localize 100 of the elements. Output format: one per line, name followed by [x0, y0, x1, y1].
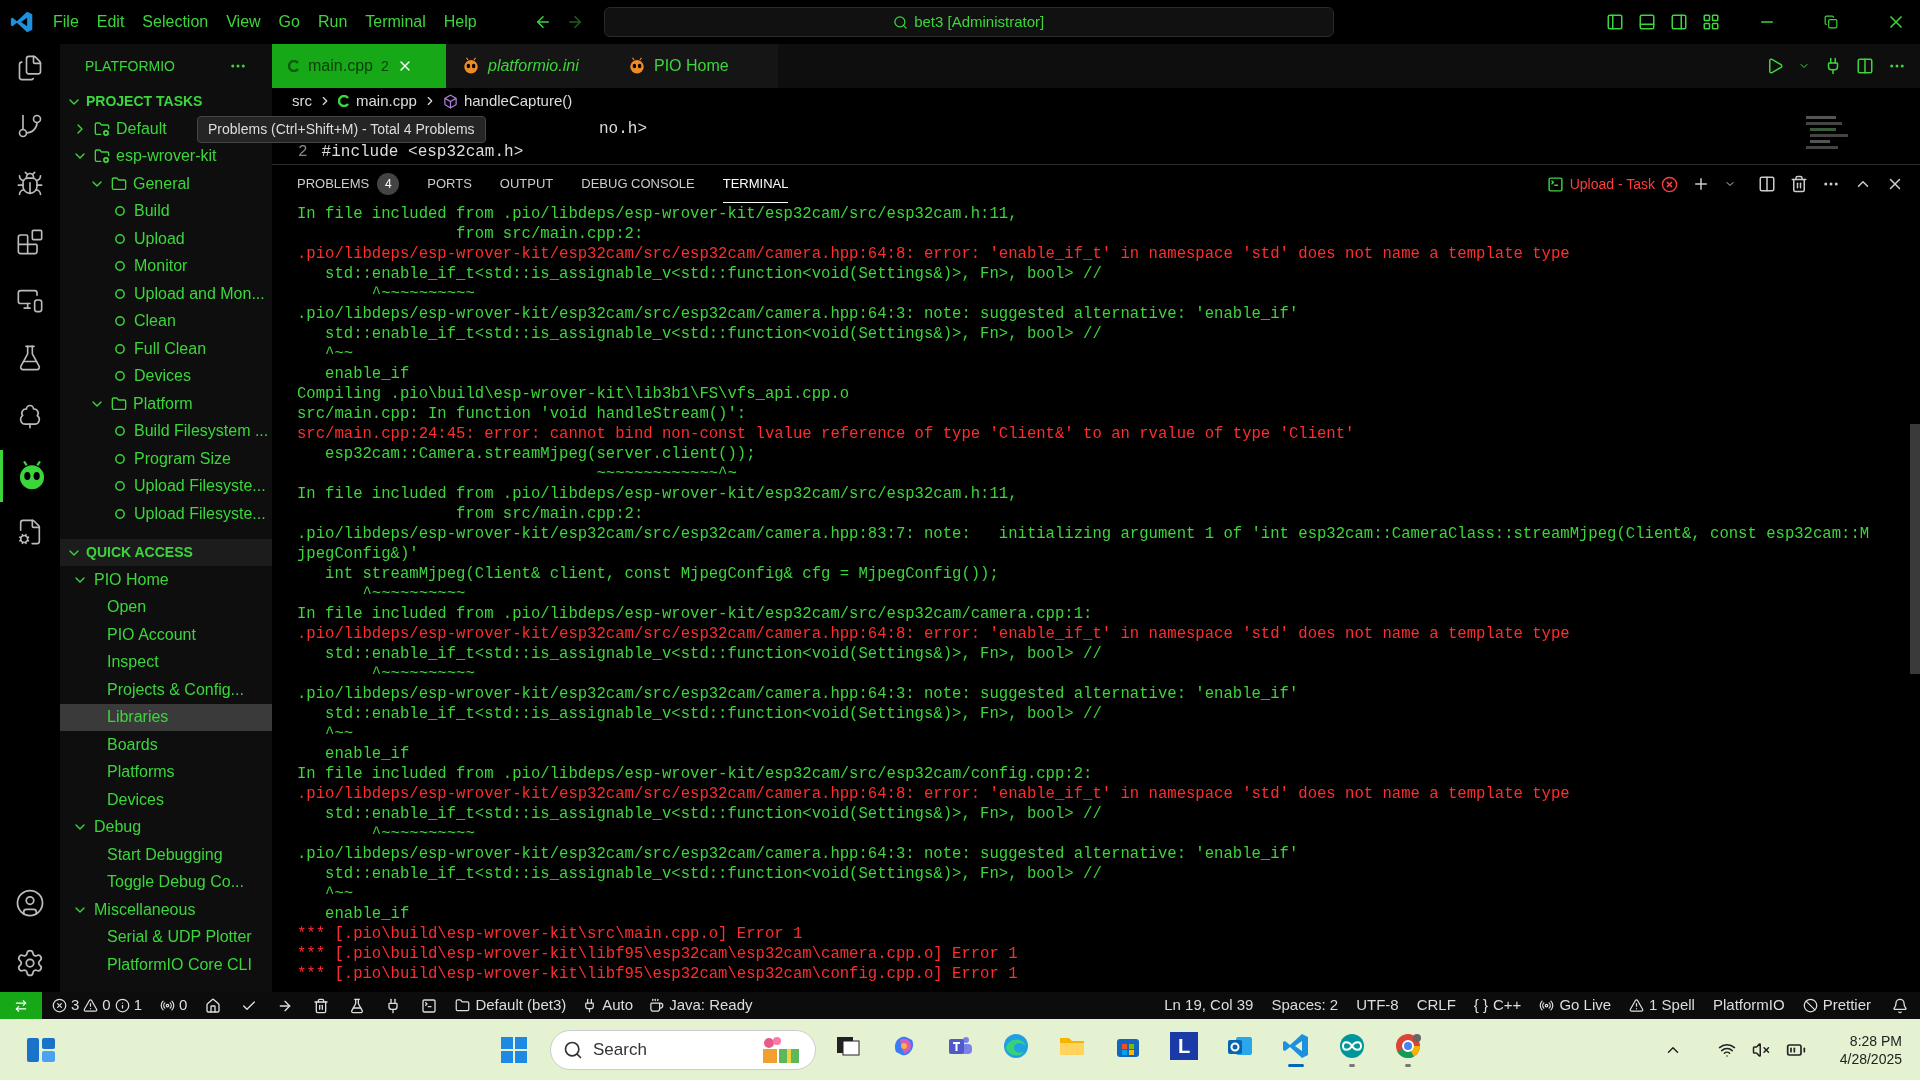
tree-item[interactable]: Open: [60, 593, 272, 621]
editor-tab[interactable]: platformio.ini: [446, 44, 612, 88]
breadcrumb-item[interactable]: handleCapture(): [463, 89, 573, 113]
tree-item[interactable]: Devices: [60, 362, 272, 390]
status-item[interactable]: { } C++: [1464, 994, 1531, 1017]
status-item[interactable]: Go Live: [1530, 994, 1621, 1017]
tree-item[interactable]: Debug: [60, 813, 272, 841]
tree-item[interactable]: PIO Account: [60, 621, 272, 649]
menu-item[interactable]: Terminal: [356, 10, 435, 34]
split-editor-icon[interactable]: [1856, 57, 1874, 75]
toggle-panel-icon[interactable]: [1638, 13, 1656, 31]
tree-item[interactable]: Build Filesystem ...: [60, 417, 272, 445]
status-item[interactable]: Spaces: 2: [1262, 994, 1348, 1017]
status-item[interactable]: UTF-8: [1347, 994, 1408, 1017]
tree-item[interactable]: Upload and Mon...: [60, 280, 272, 308]
command-center[interactable]: bet3 [Administrator]: [603, 7, 1334, 37]
terminal-line: std::enable_if_t<std::is_assignable_v<std::function<void(Settings&)>, Fn>, bool> //: [324, 804, 1102, 824]
clock[interactable]: 8:28 PM 4/28/2025: [1839, 1031, 1902, 1068]
tree-item[interactable]: Upload: [60, 225, 272, 253]
search-field[interactable]: Search: [550, 1029, 816, 1070]
toggle-sidebar-icon[interactable]: [1606, 13, 1624, 31]
section-header[interactable]: QUICK ACCESS: [60, 539, 272, 566]
status-item[interactable]: 1 Spell: [1620, 994, 1704, 1017]
restore-icon[interactable]: [1824, 15, 1838, 29]
split-terminal-icon[interactable]: [1758, 175, 1776, 193]
panel-tab[interactable]: DEBUG CONSOLE: [581, 165, 695, 203]
tree-item[interactable]: Libraries: [60, 703, 272, 731]
environment-button[interactable]: Default (bet3): [447, 994, 575, 1017]
menu-item[interactable]: Go: [269, 10, 309, 34]
warning-icon: [1629, 998, 1645, 1013]
settings-icon[interactable]: [15, 948, 45, 978]
terminal-line: .pio/libdeps/esp-wrover-kit/esp32cam/src/esp32cam/camera.hpp:64:3: note: suggested alternative: 'enable_if': [297, 844, 1299, 864]
letter-app-icon[interactable]: L: [1170, 1032, 1198, 1060]
panel-tab[interactable]: PROBLEMS 4: [297, 165, 400, 203]
trash-icon[interactable]: [1790, 175, 1808, 193]
status-item[interactable]: Ln 19, Col 39: [1155, 994, 1263, 1017]
muted-speaker-icon[interactable]: [1751, 1040, 1770, 1059]
run-debug-icon[interactable]: [16, 170, 44, 198]
tree-item[interactable]: Program Size: [60, 445, 272, 473]
menu-item[interactable]: Edit: [87, 10, 134, 34]
auto-button[interactable]: Auto: [574, 994, 642, 1017]
ports-button[interactable]: 0: [152, 994, 196, 1017]
terminal-line: .pio/libdeps/esp-wrover-kit/esp32cam/src/esp32cam/camera.hpp:64:3: note: suggested alternative: 'enable_if': [297, 684, 1299, 704]
tree-item[interactable]: esp-wrover-kit: [60, 142, 272, 170]
tree-item[interactable]: Clean: [60, 307, 272, 335]
tree-item[interactable]: Upload Filesyste...: [60, 500, 272, 528]
tree-item[interactable]: Boards: [60, 731, 272, 759]
tree-item[interactable]: Full Clean: [60, 335, 272, 363]
editor-tab[interactable]: PIO Home: [612, 44, 778, 88]
terminal-icon[interactable]: [421, 997, 438, 1014]
menu-item[interactable]: File: [44, 10, 88, 34]
panel-tab[interactable]: PORTS: [427, 165, 472, 203]
section-header[interactable]: PROJECT TASKS: [60, 88, 272, 115]
terminal-line: ^~~~~~~~~~~: [370, 824, 475, 844]
breadcrumb-item[interactable]: main.cpp: [356, 89, 417, 113]
tree-item[interactable]: Monitor: [60, 252, 272, 280]
tree-item[interactable]: Start Debugging: [60, 841, 272, 869]
tree-item[interactable]: PlatformIO Core CLI: [60, 951, 272, 979]
editor-tab[interactable]: main.cpp 2: [272, 44, 446, 88]
tree-item[interactable]: Build: [60, 197, 272, 225]
tree-item[interactable]: Projects & Config...: [60, 676, 272, 704]
trash-icon[interactable]: [313, 997, 330, 1014]
start-icon[interactable]: [500, 1035, 528, 1064]
widgets-icon[interactable]: [26, 1036, 56, 1063]
tree-item[interactable]: Platforms: [60, 758, 272, 786]
tree-item[interactable]: General: [60, 170, 272, 198]
menu-item[interactable]: Selection: [133, 10, 218, 34]
breadcrumb-item[interactable]: src: [292, 89, 312, 113]
java-status[interactable]: Java: Ready: [641, 994, 761, 1017]
account-icon[interactable]: [15, 888, 45, 918]
tree-item[interactable]: Toggle Debug Co...: [60, 868, 272, 896]
toggle-secondary-sidebar-icon[interactable]: [1670, 13, 1688, 31]
files-icon[interactable]: [16, 54, 44, 82]
wave-circle-icon: [1002, 1032, 1030, 1060]
flask-icon[interactable]: [349, 997, 366, 1014]
home-icon[interactable]: [205, 997, 222, 1014]
menu-item[interactable]: View: [217, 10, 270, 34]
status-item[interactable]: CRLF: [1407, 994, 1465, 1017]
menu-item[interactable]: Run: [308, 10, 357, 34]
run-icon[interactable]: [1766, 57, 1784, 75]
status-item[interactable]: Prettier: [1793, 994, 1880, 1017]
cube-icon: [442, 93, 458, 109]
tree-item[interactable]: PIO Home: [60, 566, 272, 594]
menu-item[interactable]: Help: [434, 10, 486, 34]
tree-item[interactable]: Miscellaneous: [60, 896, 272, 924]
notifications-icon[interactable]: [1892, 997, 1908, 1014]
status-item[interactable]: PlatformIO: [1703, 994, 1794, 1017]
tree-item[interactable]: Devices: [60, 786, 272, 814]
panel-tab[interactable]: OUTPUT: [499, 165, 554, 203]
terminal-task-button[interactable]: Upload - Task: [1546, 173, 1678, 195]
problems-button[interactable]: 3 0 1: [42, 994, 153, 1017]
new-terminal-icon[interactable]: [1692, 175, 1710, 193]
tree-item[interactable]: Inspect: [60, 648, 272, 676]
source-control-icon[interactable]: [16, 112, 44, 140]
tree-item[interactable]: Upload Filesyste...: [60, 472, 272, 500]
tree-item[interactable]: Platform: [60, 390, 272, 418]
tree-item[interactable]: Serial & UDP Plotter: [60, 923, 272, 951]
layout-icon[interactable]: [1702, 13, 1720, 31]
panel-tab[interactable]: TERMINAL: [722, 165, 789, 203]
extensions-icon[interactable]: [16, 228, 44, 256]
